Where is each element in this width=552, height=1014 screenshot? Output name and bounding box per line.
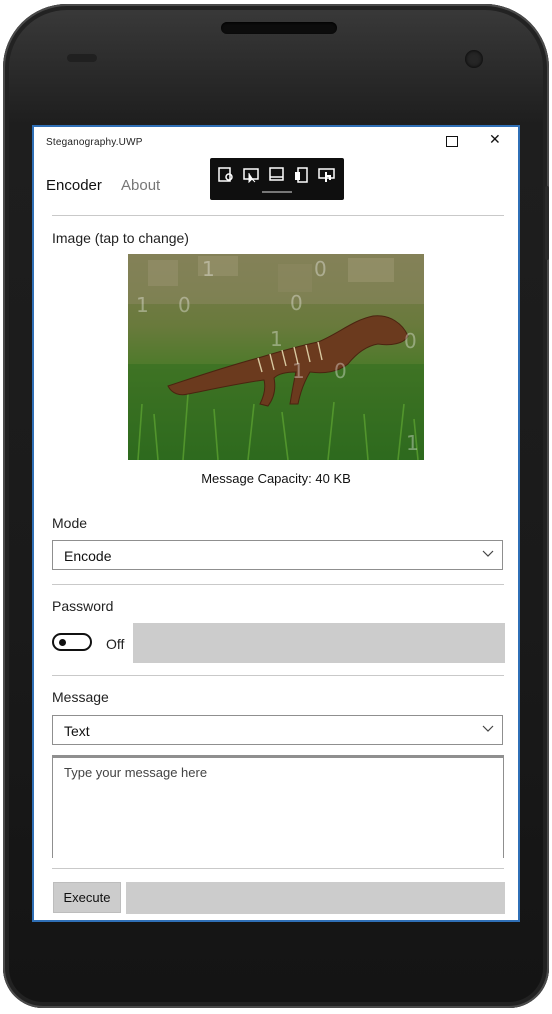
message-capacity: Message Capacity: 40 KB [201, 471, 351, 486]
binary-digit: 1 [202, 257, 215, 281]
message-textarea[interactable]: Type your message here [52, 755, 504, 858]
select-region-icon[interactable] [218, 167, 236, 183]
divider [52, 675, 504, 676]
divider [52, 584, 504, 585]
rectangle-select-icon[interactable] [268, 167, 286, 183]
mode-value: Encode [64, 548, 112, 564]
toggle-knob [59, 639, 66, 646]
device-frame-icon[interactable] [294, 167, 312, 183]
chevron-down-icon [482, 725, 494, 732]
password-toggle[interactable] [52, 633, 92, 651]
message-type-value: Text [64, 723, 90, 739]
earpiece-speaker [221, 22, 337, 34]
divider [52, 868, 504, 869]
binary-digit: 0 [290, 291, 303, 315]
binary-digit: 1 [136, 293, 149, 317]
tab-encoder[interactable]: Encoder [46, 177, 102, 194]
message-type-dropdown[interactable]: Text [52, 715, 503, 745]
image-label: Image (tap to change) [52, 230, 189, 246]
message-label: Message [52, 689, 109, 705]
maximize-button[interactable] [446, 136, 458, 147]
title-bar: Steganography.UWP ✕ [34, 127, 518, 159]
status-output-field [126, 882, 505, 914]
close-button[interactable]: ✕ [489, 131, 501, 148]
mode-dropdown[interactable]: Encode [52, 540, 503, 570]
binary-digit: 0 [404, 329, 417, 353]
app-title: Steganography.UWP [46, 137, 143, 148]
binary-digit: 1 [270, 327, 283, 351]
side-button [545, 186, 549, 260]
mode-label: Mode [52, 515, 88, 531]
debug-toolbar [210, 158, 344, 200]
binary-digit: 0 [178, 293, 191, 317]
password-label: Password [52, 598, 114, 614]
toolbar-selection-indicator [262, 191, 292, 193]
binary-digit: 0 [334, 359, 347, 383]
binary-digit: 0 [314, 257, 327, 281]
pointer-select-icon[interactable] [243, 167, 261, 183]
dinosaur-image[interactable]: 1 0 1 0 0 1 0 0 1 1 [128, 254, 424, 460]
binary-digit: 1 [406, 431, 419, 455]
front-camera [465, 50, 483, 68]
touch-input-icon[interactable] [318, 167, 336, 183]
password-input[interactable] [133, 623, 505, 663]
binary-digit: 1 [292, 359, 305, 383]
divider [52, 215, 504, 216]
execute-button[interactable]: Execute [53, 882, 121, 913]
chevron-down-icon [482, 550, 494, 557]
tab-about[interactable]: About [121, 177, 160, 194]
toggle-state-label: Off [106, 636, 125, 652]
proximity-sensor [67, 54, 97, 62]
message-placeholder: Type your message here [64, 765, 208, 780]
app-window: Steganography.UWP ✕ Encoder About Image … [32, 125, 520, 922]
